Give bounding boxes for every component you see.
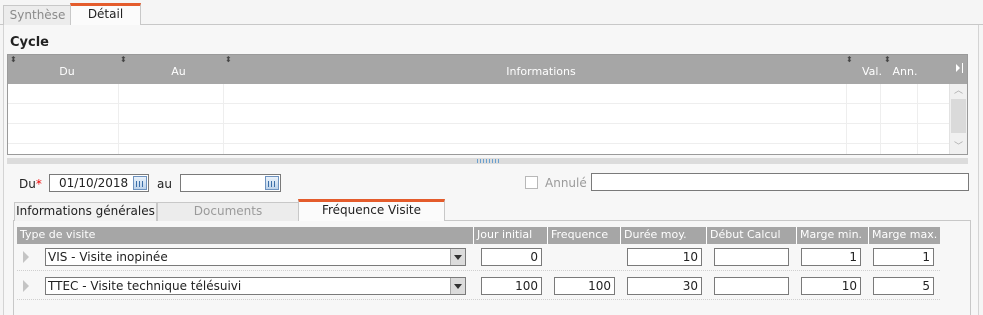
debut-calcul-input[interactable] (714, 248, 789, 266)
jour-initial-input[interactable]: 0 (481, 248, 542, 266)
frequence-input[interactable]: 100 (554, 277, 615, 295)
cycle-section-title: Cycle (10, 35, 49, 50)
panel-splitter[interactable] (7, 158, 968, 164)
row-expand-icon[interactable] (23, 280, 29, 292)
type-visite-select[interactable]: VIS - Visite inopinée (45, 248, 466, 266)
type-visite-select[interactable]: TTEC - Visite technique télésuivi (45, 277, 466, 295)
du-label-text: Du (19, 177, 36, 191)
column-header-jour-initial[interactable]: Jour initial (474, 227, 548, 244)
type-visite-value: VIS - Visite inopinée (48, 250, 168, 264)
splitter-grip-icon[interactable] (477, 159, 499, 163)
duree-moy-input[interactable]: 30 (627, 277, 702, 295)
du-date-field[interactable]: 01/10/2018 (49, 174, 149, 192)
marge-max-input[interactable]: 5 (873, 277, 934, 295)
row-divider (17, 270, 940, 271)
column-header-marge-min[interactable]: Marge min. (797, 227, 869, 244)
scroll-thumb[interactable] (951, 99, 966, 133)
column-header-duree-moy[interactable]: Durée moy. (621, 227, 707, 244)
column-chooser-icon[interactable] (956, 64, 960, 72)
jour-initial-input[interactable]: 100 (481, 277, 542, 295)
cycle-grid-scrollbar[interactable]: ︿ ﹀ (949, 84, 967, 154)
required-mark: * (35, 177, 42, 191)
chevron-down-icon[interactable] (450, 249, 465, 265)
marge-min-input[interactable]: 10 (801, 277, 861, 295)
frequence-grid-header: Type de visite Jour initial Frequence Du… (17, 227, 940, 244)
tab-detail[interactable]: Détail (70, 3, 141, 26)
cycle-grid-header: ⬍ Du ⬍ Au ⬍ Informations ⬍ Val. ⬍ Ann. (8, 55, 967, 84)
tab-informations-generales[interactable]: Informations générales (14, 202, 157, 221)
column-header-du[interactable]: Du (8, 55, 126, 84)
column-header-ann[interactable]: Ann. (885, 55, 925, 84)
au-date-field[interactable] (180, 174, 281, 192)
marge-max-input[interactable]: 1 (873, 248, 934, 266)
row-expand-icon[interactable] (23, 251, 29, 263)
grid-row-line (8, 143, 949, 144)
marge-min-input[interactable]: 1 (801, 248, 861, 266)
type-visite-value: TTEC - Visite technique télésuivi (48, 279, 242, 293)
calendar-icon[interactable] (133, 176, 147, 190)
annule-text-field[interactable] (591, 173, 969, 191)
au-label: au (157, 177, 172, 191)
du-date-value: 01/10/2018 (59, 176, 129, 190)
cycle-grid-body (8, 84, 949, 154)
annule-label: Annulé (545, 176, 587, 190)
row-divider (17, 299, 940, 300)
column-header-au[interactable]: Au (126, 55, 231, 84)
chevron-down-icon[interactable] (450, 278, 465, 294)
column-header-informations[interactable]: Informations (231, 55, 851, 84)
column-header-marge-max[interactable]: Marge max. (869, 227, 940, 244)
column-header-debut-calcul[interactable]: Début Calcul (707, 227, 797, 244)
tab-frequence-visite[interactable]: Fréquence Visite (298, 199, 445, 221)
annule-checkbox[interactable] (525, 176, 538, 189)
grid-row-line (8, 103, 949, 104)
column-header-type-visite[interactable]: Type de visite (17, 227, 474, 244)
top-tab-bar: Synthèse Détail (0, 0, 983, 26)
tab-synthese[interactable]: Synthèse (3, 5, 72, 26)
calendar-icon[interactable] (265, 176, 279, 190)
column-header-frequence[interactable]: Frequence (548, 227, 621, 244)
column-header-val[interactable]: Val. (851, 55, 885, 84)
duree-moy-input[interactable]: 10 (627, 248, 702, 266)
du-label: Du* (19, 177, 42, 191)
grid-row-line (8, 123, 949, 124)
scroll-down-icon[interactable]: ﹀ (950, 140, 967, 154)
debut-calcul-input[interactable] (714, 277, 789, 295)
cycle-grid: ⬍ Du ⬍ Au ⬍ Informations ⬍ Val. ⬍ Ann. ︿… (7, 54, 968, 155)
scroll-up-icon[interactable]: ︿ (950, 84, 967, 98)
column-chooser-bar (962, 63, 963, 73)
tab-documents[interactable]: Documents (157, 202, 299, 221)
